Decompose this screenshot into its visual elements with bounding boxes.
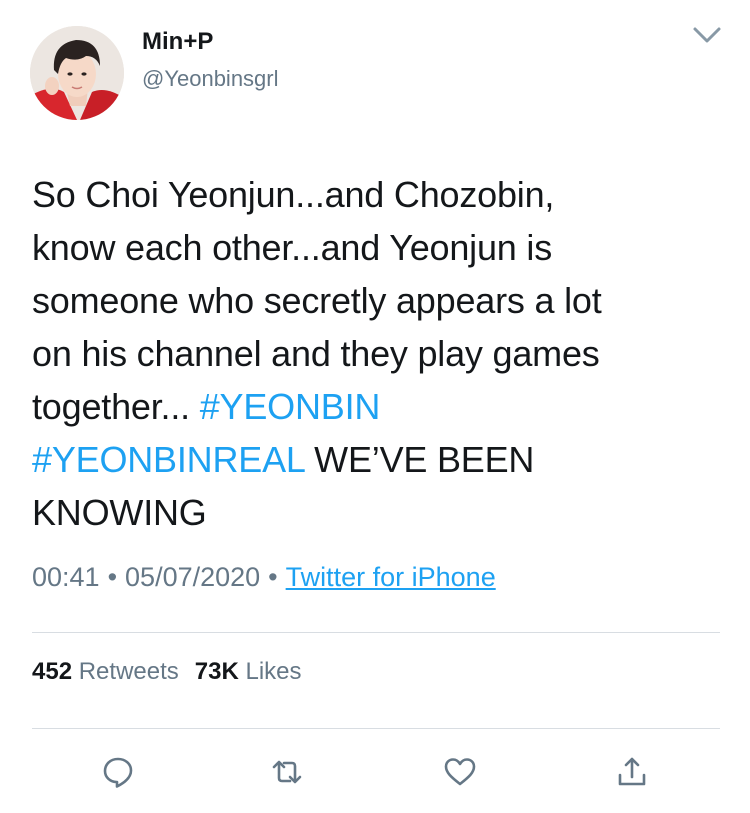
tweet-card: Min+P @Yeonbinsgrl So Choi Yeonjun...and…: [0, 0, 750, 813]
reply-icon: [103, 757, 133, 788]
hashtag-link[interactable]: #YEONBIN: [200, 386, 381, 427]
tweet-date: 05/07/2020: [125, 562, 261, 592]
retweets-count: 452: [32, 658, 73, 685]
tweet-line: So Choi Yeonjun...and Chozobin,: [32, 174, 555, 215]
hashtag-link[interactable]: #YEONBINREAL: [32, 439, 305, 480]
tweet-line: together... #YEONBIN: [32, 380, 722, 433]
likes-count: 73K: [194, 658, 239, 685]
display-name[interactable]: Min+P: [142, 28, 213, 56]
tweet-metadata: 00:41 • 05/07/2020 • Twitter for iPhone: [32, 562, 496, 593]
divider: [32, 632, 720, 633]
tweet-text: So Choi Yeonjun...and Chozobin, know eac…: [32, 168, 722, 539]
tweet-line: know each other...and Yeonjun is: [32, 227, 553, 268]
avatar[interactable]: [30, 26, 124, 120]
tweet-text-segment: together...: [32, 386, 200, 427]
tweet-time: 00:41: [32, 562, 100, 592]
retweets-stat[interactable]: 452 Retweets: [32, 658, 179, 685]
tweet-text-segment: WE’VE BEEN: [304, 439, 535, 480]
profile-photo-icon: [30, 26, 124, 120]
reply-button[interactable]: [98, 752, 138, 792]
share-button[interactable]: [612, 752, 652, 792]
tweet-stats: 452 Retweets 73K Likes: [32, 658, 302, 686]
tweet-line: on his channel and they play games: [32, 333, 600, 374]
action-bar: [0, 752, 750, 792]
retweet-icon: [272, 760, 302, 784]
tweet-line: KNOWING: [32, 492, 207, 533]
retweet-button[interactable]: [267, 752, 307, 792]
tweet-source-link[interactable]: Twitter for iPhone: [286, 562, 496, 592]
chevron-down-icon[interactable]: [690, 24, 724, 48]
tweet-line: someone who secretly appears a lot: [32, 280, 602, 321]
tweet-line: #YEONBINREAL WE’VE BEEN: [32, 433, 722, 486]
share-icon: [618, 757, 646, 786]
like-button[interactable]: [440, 752, 480, 792]
likes-label: Likes: [245, 658, 302, 685]
retweets-label: Retweets: [78, 658, 179, 685]
heart-icon: [444, 758, 476, 786]
divider: [32, 728, 720, 729]
meta-separator: •: [107, 562, 118, 592]
user-handle[interactable]: @Yeonbinsgrl: [142, 66, 279, 92]
meta-separator: •: [268, 562, 278, 592]
likes-stat[interactable]: 73K Likes: [195, 658, 302, 685]
